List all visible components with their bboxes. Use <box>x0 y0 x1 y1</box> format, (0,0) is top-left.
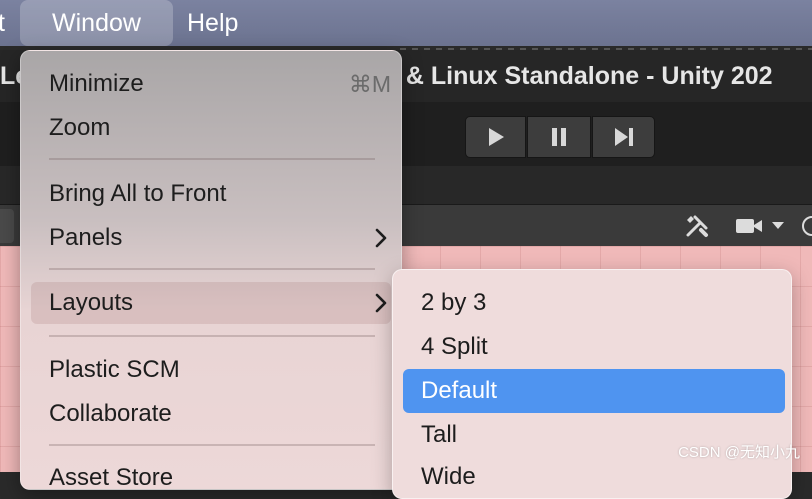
menu-separator <box>49 335 375 337</box>
menu-item-label: Collaborate <box>49 400 172 427</box>
menu-item-asset-store[interactable]: Asset Store <box>31 457 391 490</box>
menu-item-label: Panels <box>49 224 123 251</box>
layout-item-label: Tall <box>421 421 458 448</box>
tools-button[interactable] <box>674 209 720 243</box>
layout-item-default[interactable]: Default <box>403 369 785 413</box>
menu-item-label: Plastic SCM <box>49 356 180 383</box>
tools-icon <box>686 215 708 237</box>
menu-separator <box>49 268 375 270</box>
chevron-down-icon <box>772 222 784 229</box>
window-menu: Minimize ⌘M Zoom Bring All to Front Pane… <box>20 50 402 490</box>
menu-item-label: Layouts <box>49 289 134 316</box>
scene-toolbar-left-edge[interactable] <box>0 209 14 243</box>
chevron-right-icon <box>375 228 387 248</box>
scene-toolbar-right-edge[interactable] <box>800 209 812 243</box>
camera-button[interactable] <box>728 209 792 243</box>
menu-bar-item-window[interactable]: Window <box>20 0 173 46</box>
play-icon <box>488 128 504 146</box>
menu-item-plastic-scm[interactable]: Plastic SCM <box>31 349 391 391</box>
layouts-submenu: 2 by 3 4 Split Default Tall Wide <box>392 269 792 499</box>
circle-icon <box>802 216 812 236</box>
menu-separator <box>49 444 375 446</box>
layout-item-4-split[interactable]: 4 Split <box>403 325 785 369</box>
menu-bar-item-edit[interactable]: t <box>0 0 5 46</box>
step-icon <box>614 128 633 146</box>
layout-item-label: 4 Split <box>421 333 488 360</box>
layout-item-label: Default <box>421 377 498 404</box>
menu-item-label: Bring All to Front <box>49 180 227 207</box>
menu-bar: t Window Help <box>0 0 812 46</box>
menu-item-panels[interactable]: Panels <box>31 217 391 259</box>
step-button[interactable] <box>592 116 655 158</box>
menu-item-label: Asset Store <box>49 464 174 490</box>
pause-icon <box>552 128 566 146</box>
watermark: CSDN @无知小九 <box>678 444 800 461</box>
menu-item-bring-all-to-front[interactable]: Bring All to Front <box>31 173 391 215</box>
menu-item-zoom[interactable]: Zoom <box>31 107 391 149</box>
layout-item-2-by-3[interactable]: 2 by 3 <box>403 281 785 325</box>
menu-item-collaborate[interactable]: Collaborate <box>31 393 391 435</box>
unity-title-right: c & Linux Standalone - Unity 202 <box>385 62 773 90</box>
layout-item-label: 2 by 3 <box>421 289 487 316</box>
menu-bar-item-help[interactable]: Help <box>187 0 238 46</box>
menu-separator <box>49 158 375 160</box>
menu-item-layouts[interactable]: Layouts <box>31 282 391 324</box>
menu-item-label: Zoom <box>49 114 111 141</box>
chevron-right-icon <box>375 293 387 313</box>
menu-item-label: Minimize <box>49 70 144 97</box>
layout-item-label: Wide <box>421 463 476 490</box>
menu-item-minimize[interactable]: Minimize ⌘M <box>31 63 391 105</box>
minimize-shortcut: ⌘M <box>348 71 391 97</box>
play-button[interactable] <box>465 116 526 158</box>
pause-button[interactable] <box>527 116 591 158</box>
camera-icon <box>736 219 762 233</box>
